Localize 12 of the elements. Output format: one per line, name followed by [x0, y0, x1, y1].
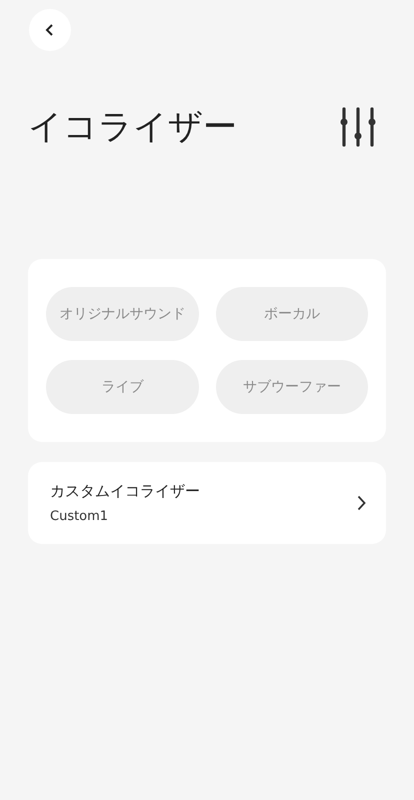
sliders-button[interactable]: [338, 106, 378, 148]
custom-equalizer-title: カスタムイコライザー: [50, 482, 200, 501]
custom-equalizer-value: Custom1: [50, 509, 110, 524]
preset-button[interactable]: オリジナルサウンド: [46, 287, 198, 341]
back-icon: [45, 23, 55, 37]
preset-button[interactable]: ボーカル: [216, 287, 368, 341]
page-title: イコライザー: [28, 106, 237, 149]
preset-button[interactable]: サブウーファー: [216, 360, 368, 414]
preset-button[interactable]: ライブ: [46, 360, 198, 414]
sliders-icon: [338, 106, 378, 148]
custom-equalizer-row[interactable]: カスタムイコライザー Custom1: [28, 462, 386, 544]
chevron-right-icon: [357, 495, 366, 511]
